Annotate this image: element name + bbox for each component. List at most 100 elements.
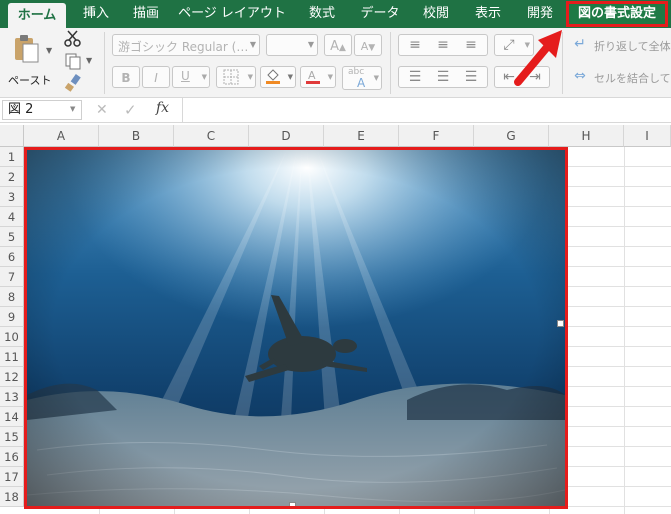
vertical-align-group[interactable]: ≡ ≡ ≡ [398,34,488,56]
row-header[interactable]: 5 [0,227,24,247]
cancel-icon[interactable]: ✕ [96,102,108,118]
align-center-icon[interactable]: ☰ [433,69,453,85]
tab-formulas[interactable]: 数式 [298,0,346,28]
row-header[interactable]: 4 [0,207,24,227]
underline-label: U [181,69,190,83]
column-header-f[interactable]: F [399,125,474,147]
grow-font-label: A [330,39,339,54]
row-header[interactable]: 13 [0,387,24,407]
ribbon-separator [390,32,391,94]
shrink-font-button[interactable]: A▼ [354,34,382,56]
column-header-e[interactable]: E [324,125,399,147]
wrap-text-icon: ↵ [574,36,586,52]
bold-label: B [121,71,131,85]
tab-draw[interactable]: 描画 [126,0,166,28]
ribbon-tab-bar: ホーム 挿入 描画 ページ レイアウト 数式 データ 校閲 表示 開発 図の書式… [0,0,671,28]
row-header[interactable]: 12 [0,367,24,387]
name-box-dropdown-icon[interactable]: ▼ [70,105,75,113]
tab-page-layout[interactable]: ページ レイアウト [176,0,288,28]
align-top-icon[interactable]: ≡ [405,37,425,53]
align-right-icon[interactable]: ☰ [461,69,481,85]
column-header-h[interactable]: H [549,125,624,147]
row-header[interactable]: 8 [0,287,24,307]
chevron-down-icon: ▼ [373,74,379,82]
chevron-down-icon: ▼ [307,40,314,49]
align-bottom-icon[interactable]: ≡ [461,37,481,53]
formula-bar: 図 2 ▼ ✕ ✓ fx [0,98,671,123]
font-name-select[interactable]: 游ゴシック Regular (… ▼ [112,34,260,56]
resize-handle-bottom[interactable] [289,502,296,506]
font-size-select[interactable]: ▼ [266,34,318,56]
phonetic-bottom-label: A [357,76,366,90]
font-color-button[interactable]: A ▼ [300,66,336,88]
horizontal-align-group[interactable]: ☰ ☰ ☰ [398,66,488,88]
row-header[interactable]: 11 [0,347,24,367]
italic-button[interactable]: I [142,66,170,88]
column-header-d[interactable]: D [249,125,324,147]
row-header[interactable]: 7 [0,267,24,287]
copy-dropdown-icon[interactable]: ▼ [86,56,92,65]
column-header-a[interactable]: A [24,125,99,147]
tab-developer[interactable]: 開発 [518,0,562,28]
enter-icon[interactable]: ✓ [124,101,137,119]
paste-label: ペースト [8,74,52,87]
phonetic-guide-button[interactable]: abc A ▼ [342,66,382,90]
formula-input[interactable] [182,98,671,122]
tab-view[interactable]: 表示 [466,0,510,28]
row-header[interactable]: 10 [0,327,24,347]
chevron-down-icon: ▼ [247,73,253,81]
wrap-text-button[interactable]: ↵ 折り返して全体を [570,36,671,54]
row-header[interactable]: 3 [0,187,24,207]
tab-home[interactable]: ホーム [8,3,66,28]
gridline [624,147,625,514]
copy-icon[interactable] [64,52,82,70]
tab-review[interactable]: 校閲 [414,0,458,28]
merge-cells-icon: ⇔ [574,68,586,84]
grow-font-button[interactable]: A▲ [324,34,352,56]
row-header[interactable]: 18 [0,487,24,507]
italic-label: I [154,71,158,85]
row-header[interactable]: 16 [0,447,24,467]
excel-window: ホーム 挿入 描画 ページ レイアウト 数式 データ 校閲 表示 開発 図の書式… [0,0,671,514]
fill-color-button[interactable]: ▼ [260,66,296,88]
align-middle-icon[interactable]: ≡ [433,37,453,53]
underline-button[interactable]: U ▼ [172,66,210,88]
row-header[interactable]: 14 [0,407,24,427]
inserted-picture[interactable] [24,147,568,509]
select-all-corner[interactable] [0,125,24,147]
row-header[interactable]: 2 [0,167,24,187]
font-name-value: 游ゴシック Regular (… [118,40,249,54]
tab-picture-format[interactable]: 図の書式設定 [566,1,668,27]
resize-handle-right[interactable] [557,320,564,327]
paste-button[interactable]: ▼ ペースト [6,32,52,90]
column-header-b[interactable]: B [99,125,174,147]
row-header[interactable]: 17 [0,467,24,487]
borders-button[interactable]: ▼ [216,66,256,88]
insert-function-button[interactable]: fx [156,100,169,116]
tab-data[interactable]: データ [356,0,404,28]
column-header-c[interactable]: C [174,125,249,147]
borders-icon [223,69,239,85]
tab-insert[interactable]: 挿入 [76,0,116,28]
paste-dropdown-icon[interactable]: ▼ [46,46,52,55]
column-header-g[interactable]: G [474,125,549,147]
merge-center-label: セルを結合して中 [594,72,671,85]
chevron-down-icon: ▼ [327,73,333,81]
chevron-down-icon: ▼ [201,73,207,81]
scissors-icon[interactable] [64,30,82,48]
bold-button[interactable]: B [112,66,140,88]
chevron-down-icon: ▼ [249,40,256,49]
ribbon-home: ▼ ペースト ▼ 游ゴシック Regular (… ▼ ▼ A▲ A▼ B I … [0,28,671,98]
svg-text:A: A [308,69,316,82]
ribbon-separator [104,32,105,94]
brush-icon[interactable] [64,74,82,92]
row-header[interactable]: 1 [0,147,24,167]
align-left-icon[interactable]: ☰ [405,69,425,85]
name-box-value: 図 2 [8,102,34,117]
row-header[interactable]: 15 [0,427,24,447]
font-color-icon: A [306,69,320,84]
column-header-i[interactable]: I [624,125,671,147]
merge-center-button[interactable]: ⇔ セルを結合して中 [570,68,671,86]
row-header[interactable]: 6 [0,247,24,267]
row-header[interactable]: 9 [0,307,24,327]
